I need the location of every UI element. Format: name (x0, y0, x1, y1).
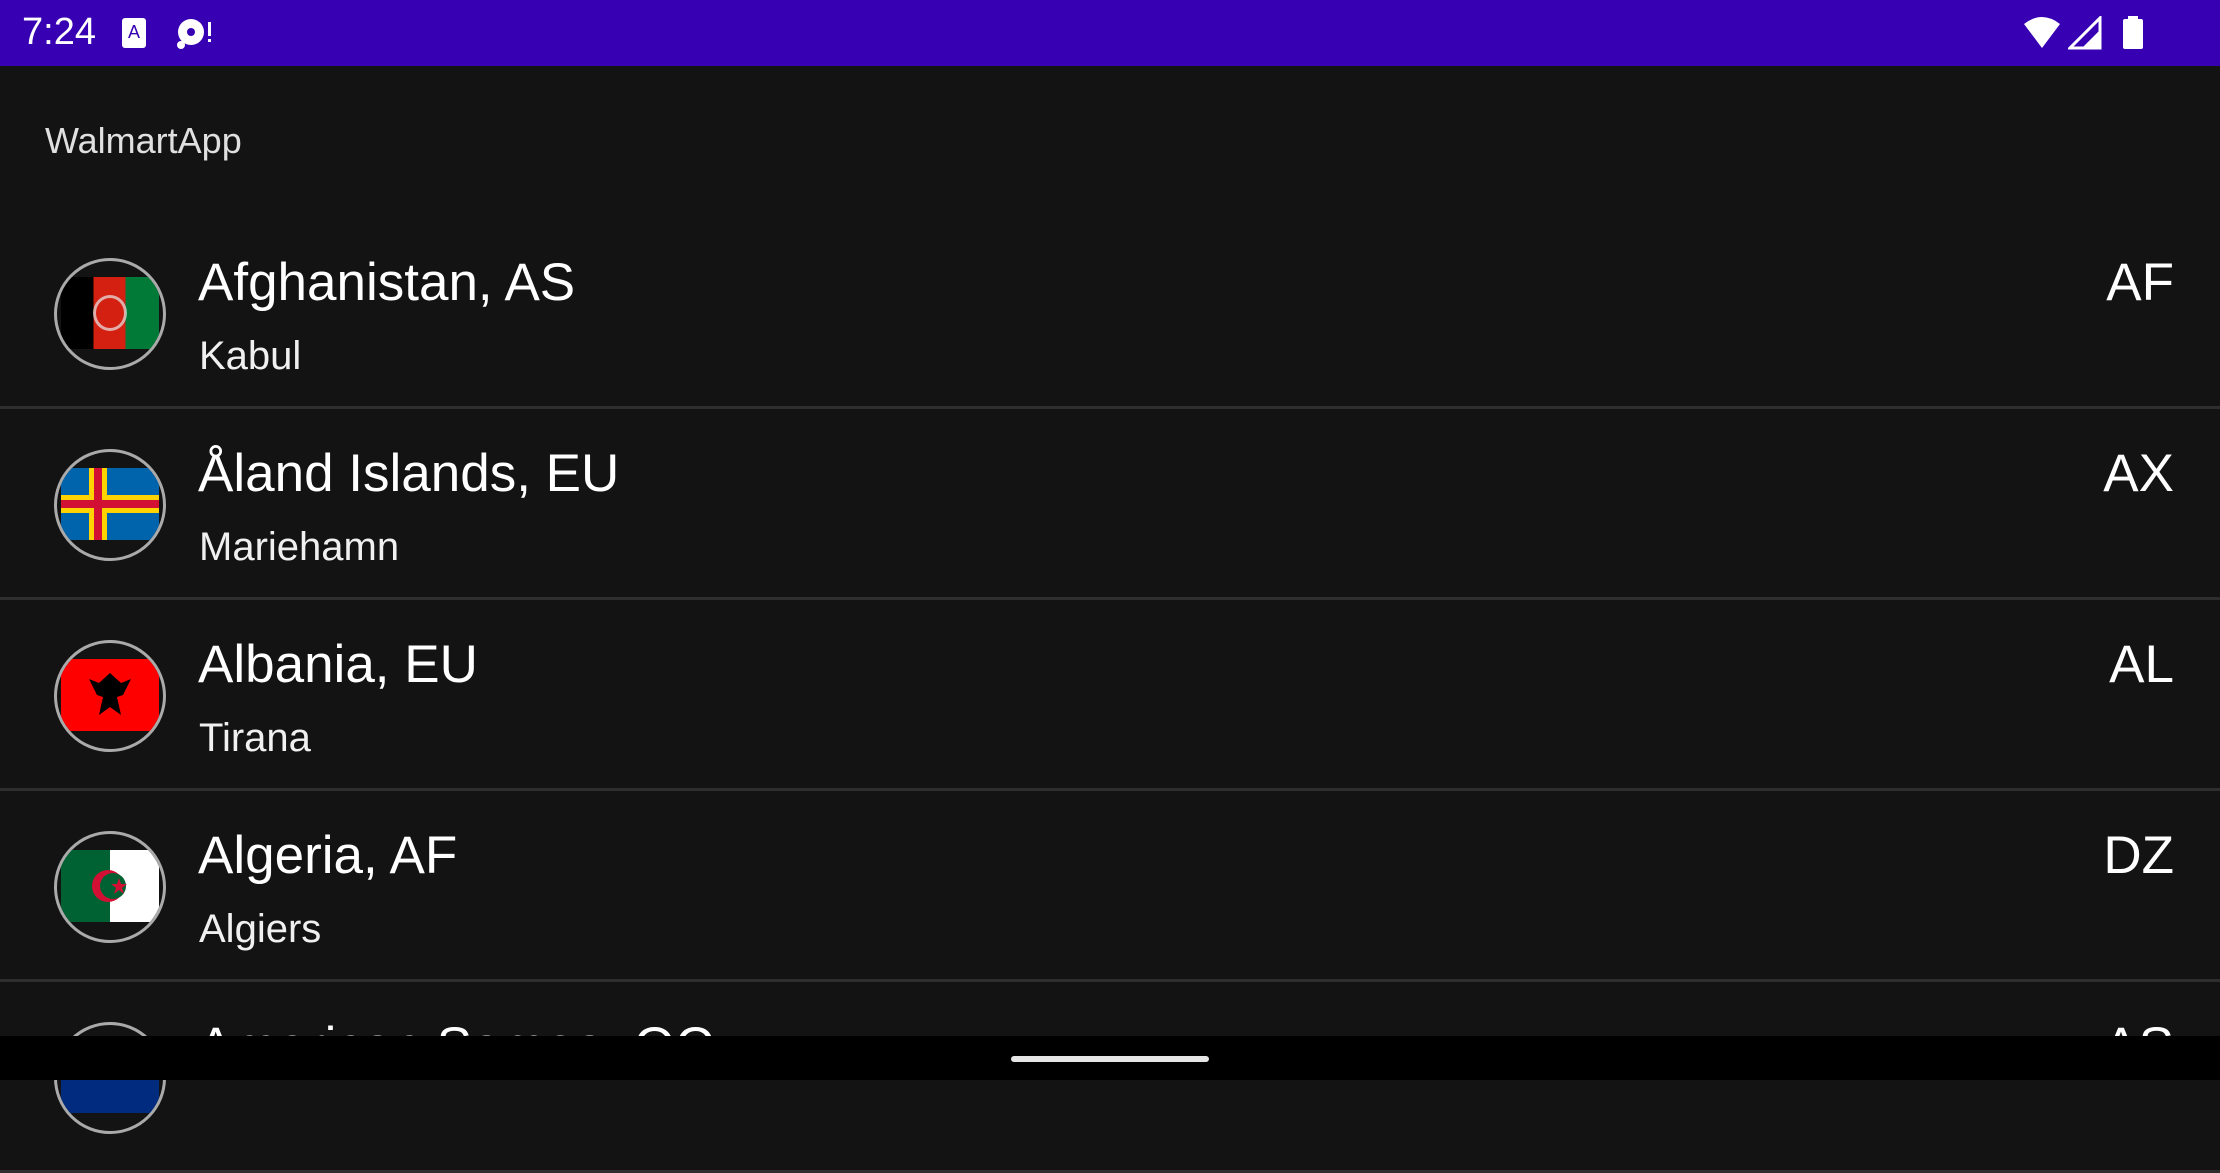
country-name: Åland Islands, EU (198, 444, 620, 503)
home-gesture-handle[interactable] (1011, 1056, 1209, 1062)
navigation-bar (0, 1036, 2220, 1080)
svg-text:A: A (128, 22, 140, 42)
country-row-algeria[interactable]: Algeria, AF Algiers DZ (0, 791, 2220, 982)
albania-flag-icon (54, 640, 166, 752)
country-list[interactable]: Afghanistan, AS Kabul AF Åland Islands, … (0, 218, 2220, 1173)
country-capital: Mariehamn (199, 525, 400, 569)
aland-flag-icon (54, 449, 166, 561)
country-capital: Tirana (199, 716, 311, 760)
country-row-albania[interactable]: Albania, EU Tirana AL (0, 600, 2220, 791)
country-row-aland[interactable]: Åland Islands, EU Mariehamn AX (0, 409, 2220, 600)
country-row-afghanistan[interactable]: Afghanistan, AS Kabul AF (0, 218, 2220, 409)
algeria-flag-icon (54, 831, 166, 943)
country-code: DZ (2103, 826, 2174, 885)
country-code: AL (2109, 635, 2174, 694)
signal-icon (2068, 16, 2102, 50)
country-name: Albania, EU (198, 635, 478, 694)
afghanistan-flag-icon (54, 258, 166, 370)
wifi-icon (2024, 17, 2060, 48)
country-code: AF (2106, 253, 2174, 312)
accessibility-icon: A (122, 18, 146, 48)
country-code: AX (2103, 444, 2174, 503)
country-name: Afghanistan, AS (198, 253, 576, 312)
app-title: WalmartApp (45, 120, 242, 161)
battery-icon (2123, 16, 2143, 49)
status-time: 7:24 (22, 11, 96, 53)
disc-alert-icon (177, 19, 211, 49)
status-bar: 7:24 A (0, 0, 2220, 66)
country-capital: Algiers (199, 907, 322, 951)
country-name: Algeria, AF (198, 826, 458, 885)
country-capital: Kabul (199, 334, 302, 378)
